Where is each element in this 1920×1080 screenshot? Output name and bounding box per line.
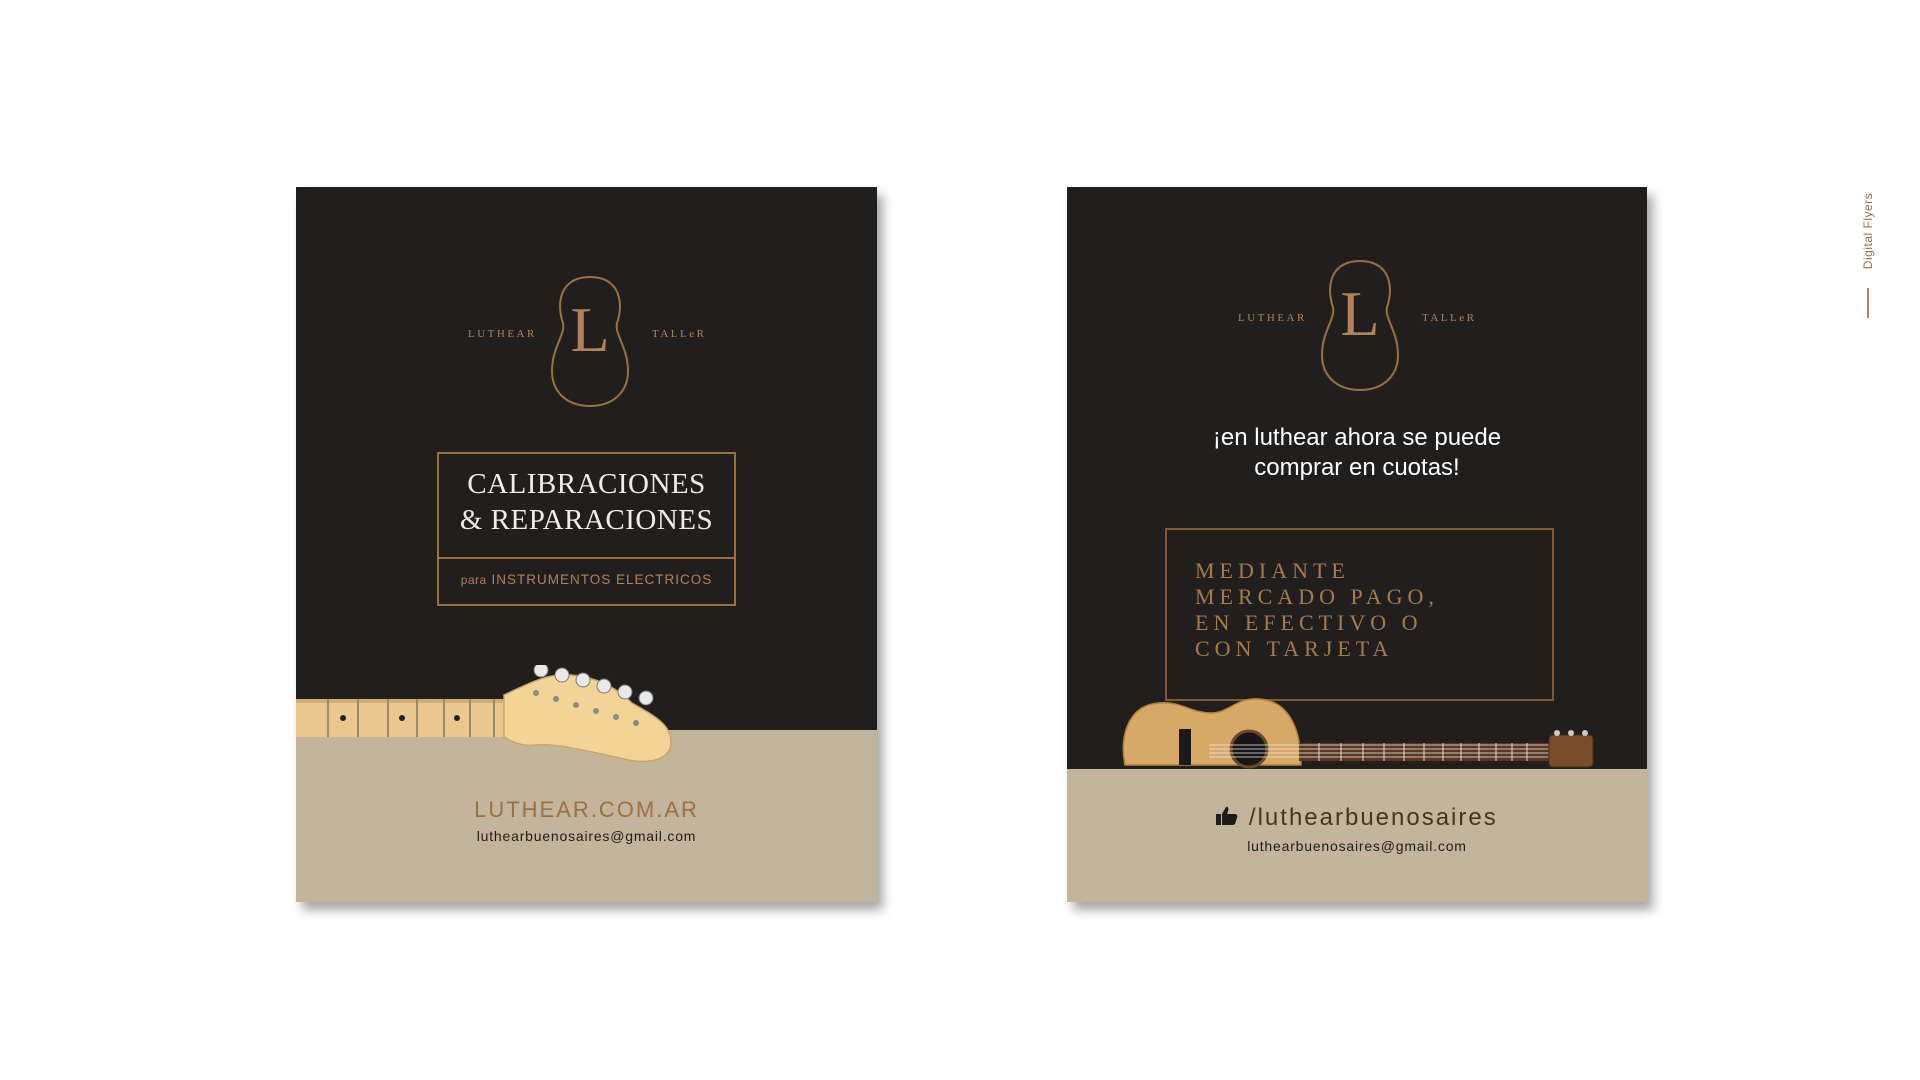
electric-guitar-neck-image: [296, 665, 672, 763]
service-subtitle: para INSTRUMENTOS ELECTRICOS: [439, 572, 734, 587]
email-address[interactable]: luthearbuenosaires@gmail.com: [296, 828, 877, 844]
service-title-line1: CALIBRACIONES: [467, 468, 706, 500]
service-title: CALIBRACIONES & REPARACIONES: [439, 466, 734, 538]
beige-footer-band: [1067, 769, 1647, 902]
logo-letter: L: [570, 294, 610, 365]
logo-letter: L: [1340, 278, 1380, 349]
service-title-line2: & REPARACIONES: [459, 504, 714, 536]
payment-line-1: MEDIANTE: [1195, 558, 1350, 583]
thumbs-up-icon: [1216, 806, 1238, 825]
flyer-calibraciones: LUTHEAR TALLeR L CALIBRACIONES & REPARAC…: [296, 187, 877, 902]
side-label-text: Digital Flyers: [1861, 192, 1875, 270]
subtitle-text: INSTRUMENTOS ELECTRICOS: [491, 572, 713, 587]
payment-line-3: EN EFECTIVO O: [1195, 610, 1423, 635]
social-handle-row[interactable]: /luthearbuenosaires: [1067, 804, 1647, 832]
service-title-box: CALIBRACIONES & REPARACIONES para INSTRU…: [437, 452, 736, 606]
side-label-bar: [1867, 288, 1869, 318]
side-section-label: Digital Flyers: [1858, 184, 1878, 324]
luthear-logo: LUTHEAR TALLeR L: [1230, 259, 1490, 399]
social-handle: /luthearbuenosaires: [1248, 804, 1498, 831]
payment-line-2: MERCADO PAGO,: [1195, 584, 1439, 609]
email-address[interactable]: luthearbuenosaires@gmail.com: [1067, 838, 1647, 854]
headline-line2: comprar en cuotas!: [1254, 454, 1460, 481]
payment-line-4: CON TARJETA: [1195, 636, 1394, 661]
website-link[interactable]: LUTHEAR.COM.AR: [296, 797, 877, 823]
subtitle-prefix: para: [460, 573, 487, 587]
luthear-logo: LUTHEAR TALLeR L: [460, 275, 720, 415]
flyer-cuotas: LUTHEAR TALLeR L ¡en luthear ahora se pu…: [1067, 187, 1647, 902]
headline-line1: ¡en luthear ahora se puede: [1212, 424, 1502, 451]
installments-headline: ¡en luthear ahora se puede comprar en cu…: [1067, 423, 1647, 483]
title-divider: [439, 557, 734, 559]
classical-guitar-image: [1122, 698, 1594, 769]
